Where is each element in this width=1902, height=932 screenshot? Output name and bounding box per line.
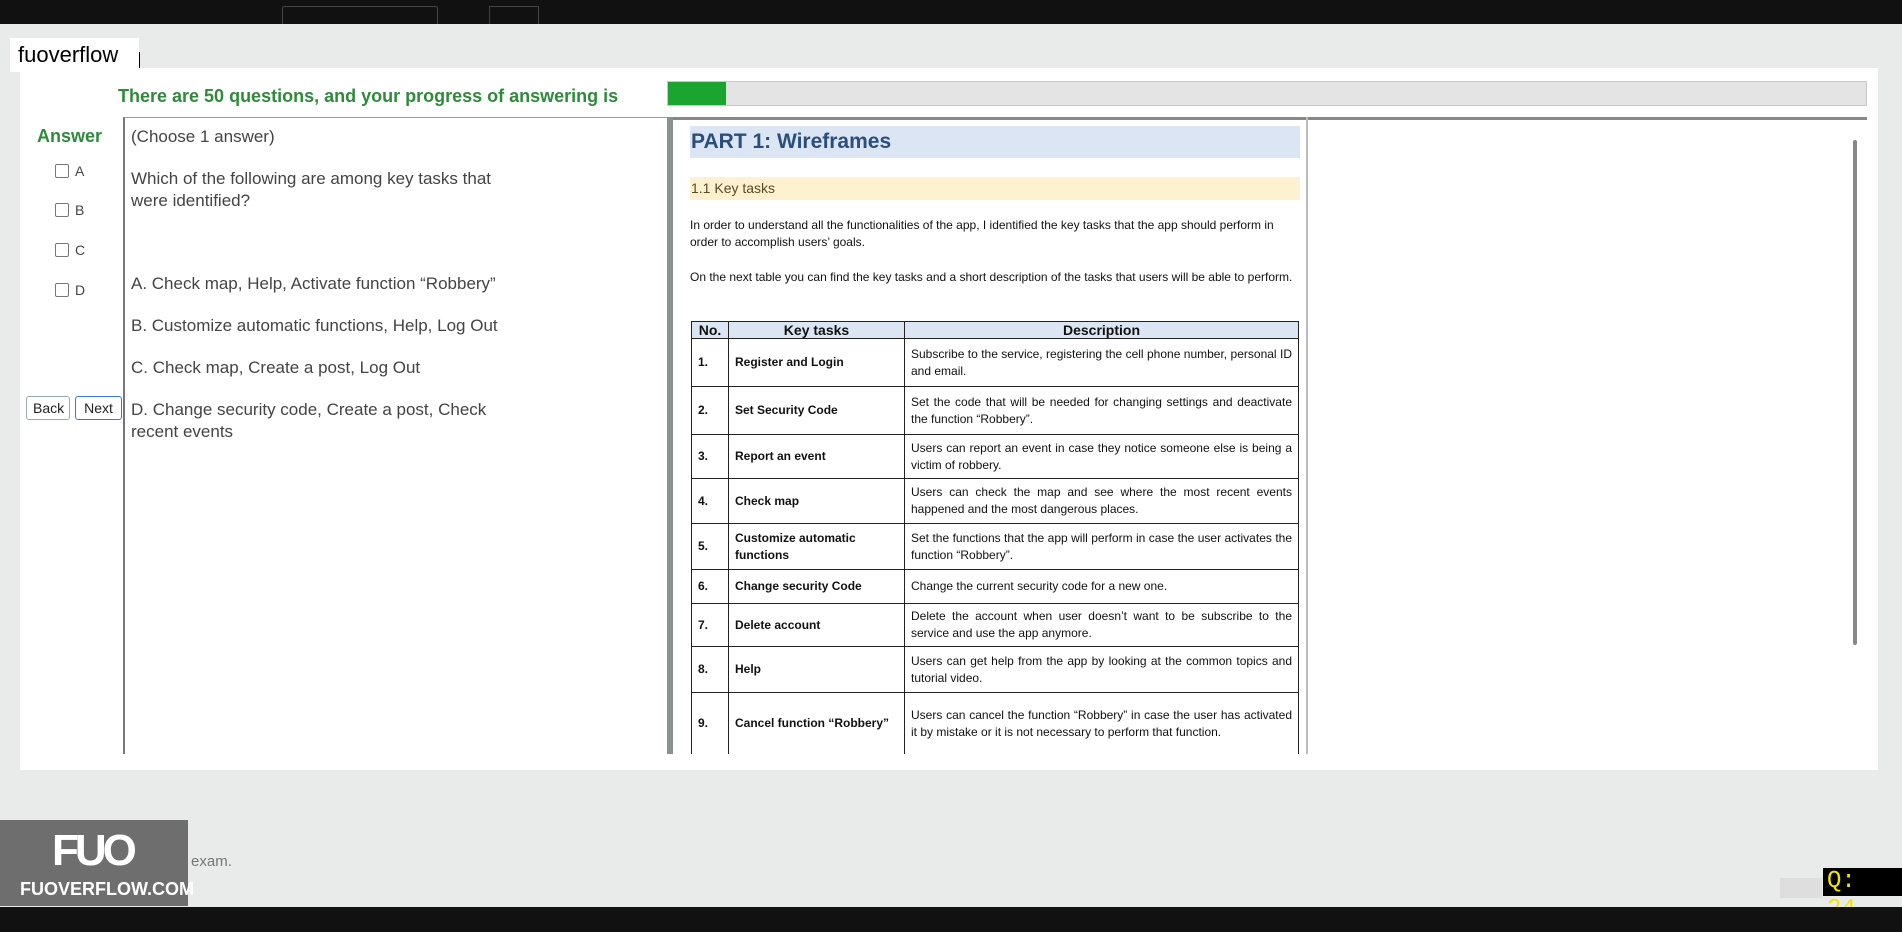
obscured-button-ghost [489, 6, 539, 24]
table-cell-task: Set Security Code [728, 386, 905, 435]
option-a-checkbox[interactable] [55, 164, 69, 178]
table-row: 2. Set Security Code Set the code that w… [691, 386, 1299, 435]
document-page-edge [1306, 117, 1308, 754]
table-cell-description: Users can report an event in case they n… [904, 434, 1299, 479]
option-b-checkbox[interactable] [55, 203, 69, 217]
document-part-title: PART 1: Wireframes [690, 126, 1300, 158]
next-button[interactable]: Next [75, 396, 122, 420]
table-cell-task: Report an event [728, 434, 905, 479]
document-viewer-bottom-mask [673, 754, 1867, 770]
table-cell-task: Change security Code [728, 569, 905, 604]
table-cell-task: Register and Login [728, 338, 905, 387]
text-cursor [139, 52, 140, 68]
table-cell-task: Delete account [728, 603, 905, 647]
option-c[interactable]: C [55, 242, 85, 258]
counter-ghost [1780, 878, 1822, 898]
choice-a-text: A. Check map, Help, Activate function “R… [131, 274, 496, 293]
table-row: 9. Cancel function “Robbery” Users can c… [691, 692, 1299, 755]
table-cell-no: 1. [691, 338, 729, 387]
table-cell-task: Customize automatic functions [728, 523, 905, 570]
table-header-row: No. Key tasks Description [691, 321, 1299, 339]
answer-heading: Answer [37, 126, 103, 146]
option-a[interactable]: A [55, 163, 84, 179]
video-top-bar [0, 0, 1902, 24]
progress-bar [667, 81, 1867, 106]
table-cell-description: Change the current security code for a n… [904, 569, 1299, 604]
table-cell-no: 8. [691, 646, 729, 693]
table-row: 7. Delete account Delete the account whe… [691, 603, 1299, 647]
table-cell-task: Cancel function “Robbery” [728, 692, 905, 755]
option-c-label: C [75, 242, 86, 258]
document-paragraph-1: In order to understand all the functiona… [690, 218, 1274, 249]
table-cell-no: 9. [691, 692, 729, 755]
table-cell-no: 4. [691, 478, 729, 524]
table-cell-no: 3. [691, 434, 729, 479]
logo-mark: FUO [52, 826, 137, 875]
option-b-label: B [75, 202, 85, 218]
table-cell-task: Check map [728, 478, 905, 524]
table-header-no: No. [691, 321, 729, 339]
option-b[interactable]: B [55, 202, 84, 218]
table-header-description: Description [904, 321, 1299, 339]
table-cell-no: 6. [691, 569, 729, 604]
watermark-logo: FUO FUOVERFLOW.COM [0, 820, 194, 906]
table-header-key-tasks: Key tasks [728, 321, 905, 339]
progress-bar-fill [668, 82, 726, 105]
table-cell-description: Users can check the map and see where th… [904, 478, 1299, 524]
option-a-label: A [75, 163, 85, 179]
option-d-checkbox[interactable] [55, 283, 69, 297]
choice-d-text: D. Change security code, Create a post, … [131, 400, 487, 441]
table-cell-no: 2. [691, 386, 729, 435]
table-row: 1. Register and Login Subscribe to the s… [691, 338, 1299, 387]
table-row: 8. Help Users can get help from the app … [691, 646, 1299, 693]
option-c-checkbox[interactable] [55, 243, 69, 257]
table-row: 3. Report an event Users can report an e… [691, 434, 1299, 479]
document-section-title: 1.1 Key tasks [690, 177, 1300, 200]
table-cell-no: 5. [691, 523, 729, 570]
choice-b-text: B. Customize automatic functions, Help, … [131, 316, 498, 335]
table-cell-description: Users can get help from the app by looki… [904, 646, 1299, 693]
logo-wordmark: FUOVERFLOW.COM [20, 879, 194, 899]
question-counter: Q: 24 [1823, 868, 1902, 923]
table-cell-task: Help [728, 646, 905, 693]
table-row: 6. Change security Code Change the curre… [691, 569, 1299, 604]
question-instruction: (Choose 1 answer) [131, 127, 275, 146]
table-row: 4. Check map Users can check the map and… [691, 478, 1299, 524]
table-cell-description: Set the code that will be needed for cha… [904, 386, 1299, 435]
document-paragraph-2: On the next table you can find the key t… [690, 270, 1293, 284]
table-cell-description: Subscribe to the service, registering th… [904, 338, 1299, 387]
key-tasks-table: No. Key tasks Description 1. Register an… [691, 321, 1299, 755]
video-bottom-bar [0, 907, 1902, 932]
table-cell-description: Set the functions that the app will perf… [904, 523, 1299, 570]
option-d-label: D [75, 282, 86, 298]
obscured-input-ghost [282, 6, 438, 24]
back-button[interactable]: Back [26, 396, 70, 420]
option-d[interactable]: D [55, 282, 85, 298]
table-cell-description: Users can cancel the function “Robbery” … [904, 692, 1299, 755]
choice-c-text: C. Check map, Create a post, Log Out [131, 358, 421, 377]
table-cell-no: 7. [691, 603, 729, 647]
question-prompt: Which of the following are among key tas… [131, 169, 492, 210]
progress-label: There are 50 questions, and your progres… [118, 86, 619, 106]
table-row: 5. Customize automatic functions Set the… [691, 523, 1299, 570]
brand-label: fuoverflow [10, 38, 139, 72]
table-cell-description: Delete the account when user doesn’t wan… [904, 603, 1299, 647]
document-scrollbar[interactable] [1853, 140, 1857, 645]
